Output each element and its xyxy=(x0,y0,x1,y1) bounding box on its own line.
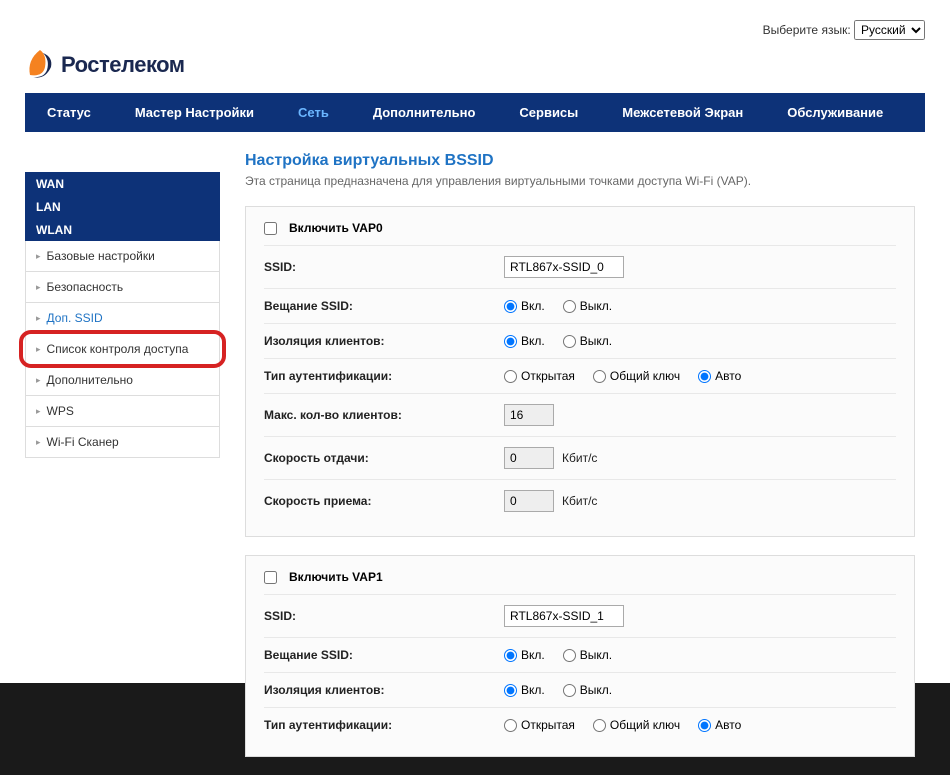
sidebar-item-ssid[interactable]: ▸Доп. SSID xyxy=(26,303,219,334)
sidebar-wlan-submenu: ▸Базовые настройки ▸Безопасность ▸Доп. S… xyxy=(25,241,220,458)
sidebar-item-security[interactable]: ▸Безопасность xyxy=(26,272,219,303)
vap1-auth-auto[interactable] xyxy=(698,719,711,732)
ssid-label: SSID: xyxy=(264,260,504,274)
main-content: Настройка виртуальных BSSID Эта страница… xyxy=(245,152,925,775)
vap0-enable-checkbox[interactable] xyxy=(264,222,277,235)
vap0-auth-shared[interactable] xyxy=(593,370,606,383)
vap0-enable-label: Включить VAP0 xyxy=(289,221,383,235)
sidebar-item-advanced[interactable]: ▸Дополнительно xyxy=(26,365,219,396)
sidebar-item-basic[interactable]: ▸Базовые настройки xyxy=(26,241,219,272)
chevron-right-icon: ▸ xyxy=(36,251,41,262)
language-row: Выберите язык: Русский xyxy=(25,20,925,40)
maxclients-label: Макс. кол-во клиентов: xyxy=(264,408,504,422)
nav-status[interactable]: Статус xyxy=(25,93,113,132)
page-title: Настройка виртуальных BSSID xyxy=(245,152,915,170)
vap0-rxrate-input[interactable] xyxy=(504,490,554,512)
vap1-auth-shared[interactable] xyxy=(593,719,606,732)
chevron-right-icon: ▸ xyxy=(36,375,41,386)
nav-advanced[interactable]: Дополнительно xyxy=(351,93,498,132)
language-label: Выберите язык: xyxy=(763,23,851,37)
nav-services[interactable]: Сервисы xyxy=(497,93,600,132)
nav-maintenance[interactable]: Обслуживание xyxy=(765,93,905,132)
vap1-enable-label: Включить VAP1 xyxy=(289,570,383,584)
vap0-isolation-off[interactable] xyxy=(563,335,576,348)
logo-row: Ростелеком xyxy=(25,45,925,85)
vap1-ssid-input[interactable] xyxy=(504,605,624,627)
vap0-broadcast-off[interactable] xyxy=(563,300,576,313)
nav-wizard[interactable]: Мастер Настройки xyxy=(113,93,276,132)
main-nav: Статус Мастер Настройки Сеть Дополнитель… xyxy=(25,93,925,132)
auth-label: Тип аутентификации: xyxy=(264,718,504,732)
ssid-label: SSID: xyxy=(264,609,504,623)
sidebar-section-lan[interactable]: LAN xyxy=(25,195,220,218)
vap1-isolation-off[interactable] xyxy=(563,684,576,697)
chevron-right-icon: ▸ xyxy=(36,344,41,355)
sidebar-item-wps[interactable]: ▸WPS xyxy=(26,396,219,427)
chevron-right-icon: ▸ xyxy=(36,437,41,448)
vap0-auth-auto[interactable] xyxy=(698,370,711,383)
vap1-isolation-on[interactable] xyxy=(504,684,517,697)
rxrate-label: Скорость приема: xyxy=(264,494,504,508)
vap0-txrate-input[interactable] xyxy=(504,447,554,469)
chevron-right-icon: ▸ xyxy=(36,282,41,293)
vap0-broadcast-on[interactable] xyxy=(504,300,517,313)
page-description: Эта страница предназначена для управлени… xyxy=(245,174,915,188)
auth-label: Тип аутентификации: xyxy=(264,369,504,383)
sidebar-item-scanner[interactable]: ▸Wi-Fi Сканер xyxy=(26,427,219,457)
isolation-label: Изоляция клиентов: xyxy=(264,683,504,697)
nav-network[interactable]: Сеть xyxy=(276,93,351,132)
sidebar-section-wan[interactable]: WAN xyxy=(25,172,220,195)
broadcast-label: Вещание SSID: xyxy=(264,299,504,313)
vap1-auth-open[interactable] xyxy=(504,719,517,732)
content-row: WAN LAN WLAN ▸Базовые настройки ▸Безопас… xyxy=(25,152,925,775)
isolation-label: Изоляция клиентов: xyxy=(264,334,504,348)
chevron-right-icon: ▸ xyxy=(36,313,41,324)
router-admin-page: Выберите язык: Русский Ростелеком Статус… xyxy=(0,0,950,683)
sidebar: WAN LAN WLAN ▸Базовые настройки ▸Безопас… xyxy=(25,172,220,775)
chevron-right-icon: ▸ xyxy=(36,406,41,417)
vap1-broadcast-on[interactable] xyxy=(504,649,517,662)
logo-icon xyxy=(25,45,55,85)
vap0-card: Включить VAP0 SSID: Вещание SSID: Вкл. В… xyxy=(245,206,915,537)
nav-firewall[interactable]: Межсетевой Экран xyxy=(600,93,765,132)
vap0-ssid-input[interactable] xyxy=(504,256,624,278)
broadcast-label: Вещание SSID: xyxy=(264,648,504,662)
brand-name: Ростелеком xyxy=(61,52,185,78)
vap0-isolation-on[interactable] xyxy=(504,335,517,348)
vap1-enable-checkbox[interactable] xyxy=(264,571,277,584)
sidebar-item-acl[interactable]: ▸Список контроля доступа xyxy=(26,334,219,365)
vap1-enable-row: Включить VAP1 xyxy=(264,570,896,595)
vap1-card: Включить VAP1 SSID: Вещание SSID: Вкл. В… xyxy=(245,555,915,757)
vap1-broadcast-off[interactable] xyxy=(563,649,576,662)
language-select[interactable]: Русский xyxy=(854,20,925,40)
vap0-auth-open[interactable] xyxy=(504,370,517,383)
txrate-label: Скорость отдачи: xyxy=(264,451,504,465)
sidebar-section-wlan[interactable]: WLAN xyxy=(25,218,220,241)
vap0-enable-row: Включить VAP0 xyxy=(264,221,896,246)
vap0-maxclients-input[interactable] xyxy=(504,404,554,426)
